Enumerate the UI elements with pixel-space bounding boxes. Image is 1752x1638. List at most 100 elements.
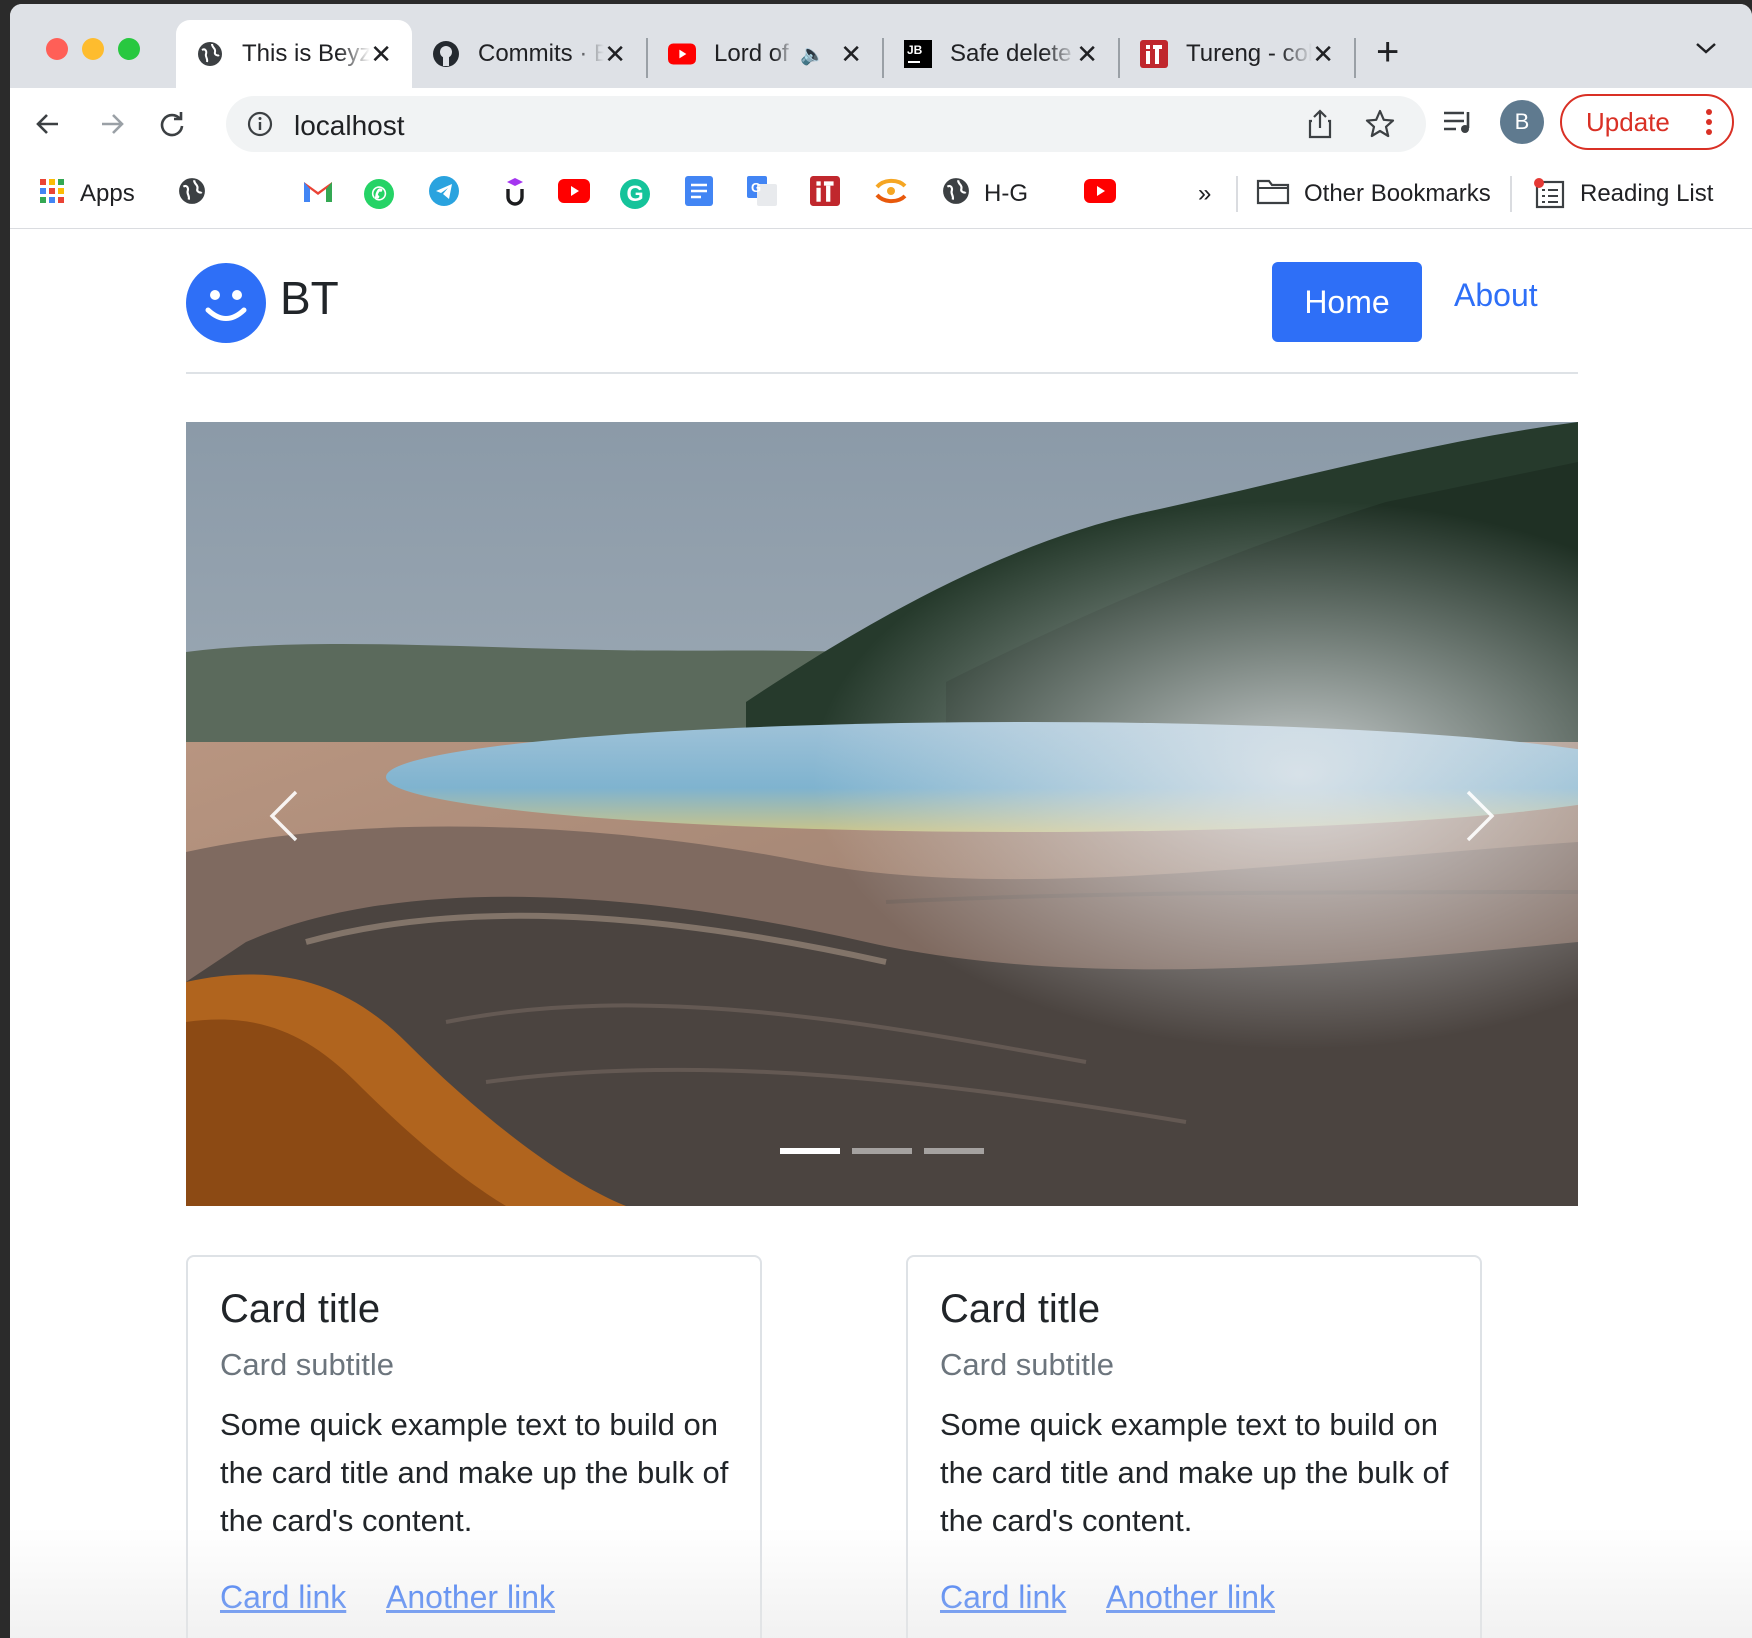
bookmark-google-docs[interactable]: [684, 175, 714, 212]
bookmark-whatsapp[interactable]: ✆: [364, 176, 394, 212]
bookmark-tureng[interactable]: [810, 175, 840, 212]
card-subtitle: Card subtitle: [220, 1347, 395, 1382]
minimize-window-button[interactable]: [82, 38, 104, 60]
jetbrains-icon: JB: [904, 40, 932, 68]
hot-spring-landscape-image: [186, 422, 1578, 1206]
share-icon[interactable]: [1306, 108, 1334, 145]
close-icon[interactable]: ✕: [370, 39, 392, 70]
bookmark-apps[interactable]: Apps: [38, 176, 135, 212]
card-link[interactable]: Card link: [940, 1579, 1066, 1616]
card-title: Card title: [940, 1287, 1101, 1331]
close-window-button[interactable]: [46, 38, 68, 60]
tab-strip: This is Beyza's Website ✕ Commits · Beyz…: [10, 4, 1752, 88]
bookmark-h-g[interactable]: H-G: [942, 176, 1028, 212]
tab-beyza-website[interactable]: This is Beyza's Website ✕: [176, 20, 412, 88]
another-link[interactable]: Another link: [1106, 1579, 1275, 1616]
browser-window: This is Beyza's Website ✕ Commits · Beyz…: [10, 4, 1752, 1638]
bookmark-label: Apps: [80, 180, 135, 207]
bookmark-star-icon[interactable]: [1364, 108, 1396, 145]
site-info-icon[interactable]: [246, 110, 274, 143]
media-controls-icon[interactable]: [1442, 108, 1476, 143]
bookmark-other[interactable]: Other Bookmarks: [1256, 176, 1491, 212]
carousel-indicator-2[interactable]: [852, 1148, 912, 1154]
bookmark-globe[interactable]: [178, 176, 206, 212]
bookmark-grammarly[interactable]: G: [620, 176, 650, 212]
update-label: Update: [1586, 106, 1670, 137]
bookmark-label: Reading List: [1580, 180, 1714, 207]
bookmarks-bar: Apps ✆ G G H-G » Other Bookmarks Reading…: [10, 160, 1752, 229]
tab-tureng[interactable]: Tureng - collect ✕: [1120, 20, 1354, 88]
bookmark-telegram[interactable]: [428, 175, 460, 214]
carousel-next-chevron-icon[interactable]: [1464, 788, 1498, 849]
tab-search-chevron-icon[interactable]: [1694, 40, 1718, 61]
card-title: Card title: [220, 1287, 381, 1331]
tab-safe-delete[interactable]: JB Safe delete ✕: [884, 20, 1118, 88]
tab-commits[interactable]: Commits · Beyza ✕: [412, 20, 646, 88]
address-bar[interactable]: localhost: [226, 96, 1426, 152]
telegram-icon: [428, 175, 460, 214]
nav-about-link[interactable]: About: [1454, 277, 1538, 314]
bookmark-orange[interactable]: [874, 176, 908, 212]
nav-home-button[interactable]: Home: [1272, 262, 1422, 342]
youtube-icon: [558, 178, 590, 210]
youtube-icon: [668, 40, 696, 68]
tab-label: Commits · Beyza: [478, 40, 605, 67]
image-carousel[interactable]: [186, 422, 1578, 1206]
carousel-indicator-1[interactable]: [780, 1148, 840, 1154]
reading-list-button[interactable]: Reading List: [1534, 176, 1713, 212]
url-text[interactable]: localhost: [294, 110, 405, 142]
bookmark-youtube-2[interactable]: [1084, 176, 1116, 212]
tab-label: Tureng - collect: [1186, 40, 1313, 67]
update-button[interactable]: Update: [1560, 94, 1734, 150]
card-text: Some quick example text to build on the …: [220, 1407, 729, 1538]
browser-toolbar: localhost B Update: [10, 88, 1752, 160]
carousel-indicator-3[interactable]: [924, 1148, 984, 1154]
card-link[interactable]: Card link: [220, 1579, 346, 1616]
youtube-icon: [1084, 178, 1116, 210]
zoom-window-button[interactable]: [118, 38, 140, 60]
udemy-icon: [504, 176, 526, 213]
tab-label: Lord of the Rings: [714, 40, 794, 67]
github-icon: [432, 40, 460, 68]
back-arrow-icon[interactable]: [26, 102, 70, 146]
close-icon[interactable]: ✕: [604, 39, 626, 70]
tureng-icon: [1140, 40, 1168, 68]
brand-name[interactable]: BT: [280, 271, 339, 325]
card: Card title Card subtitle Some quick exam…: [186, 1255, 762, 1638]
card-text: Some quick example text to build on the …: [940, 1407, 1449, 1538]
speaker-icon[interactable]: 🔈: [800, 42, 825, 67]
another-link[interactable]: Another link: [386, 1579, 555, 1616]
carousel-prev-chevron-icon[interactable]: [266, 788, 300, 849]
close-icon[interactable]: ✕: [840, 39, 862, 70]
bookmark-divider: [1510, 176, 1512, 212]
globe-icon: [196, 40, 224, 68]
tab-divider: [1354, 38, 1356, 78]
card-subtitle: Card subtitle: [940, 1347, 1115, 1382]
card: Card title Card subtitle Some quick exam…: [906, 1255, 1482, 1638]
new-tab-plus-icon[interactable]: +: [1376, 30, 1399, 75]
bookmark-google-translate[interactable]: G: [746, 175, 778, 214]
bookmark-udemy[interactable]: [504, 176, 526, 212]
forward-arrow-icon[interactable]: [90, 102, 134, 146]
close-icon[interactable]: ✕: [1076, 39, 1098, 70]
translate-icon: G: [746, 175, 778, 214]
bookmark-label: Other Bookmarks: [1304, 180, 1491, 207]
gmail-icon: [302, 178, 334, 211]
bookmark-label: H-G: [984, 180, 1028, 207]
smiley-logo-icon[interactable]: [186, 263, 266, 343]
whatsapp-icon: ✆: [364, 179, 394, 209]
bookmark-divider: [1236, 176, 1238, 212]
menu-kebab-icon[interactable]: [1706, 108, 1712, 143]
close-icon[interactable]: ✕: [1312, 39, 1334, 70]
reload-icon[interactable]: [150, 102, 194, 146]
header-divider: [186, 372, 1578, 374]
page-viewport: BT Home About Card title Card subtitle S…: [10, 229, 1752, 1638]
tab-label: Safe delete: [950, 40, 1072, 67]
tab-lord-of-the-rings[interactable]: Lord of the Rings 🔈 ✕: [648, 20, 882, 88]
bookmark-youtube[interactable]: [558, 176, 590, 212]
bookmark-gmail[interactable]: [302, 176, 334, 212]
profile-avatar[interactable]: B: [1500, 100, 1544, 144]
svg-text:JB: JB: [907, 43, 923, 57]
bookmarks-overflow-button[interactable]: »: [1198, 176, 1211, 212]
apps-grid-icon: [38, 177, 66, 212]
